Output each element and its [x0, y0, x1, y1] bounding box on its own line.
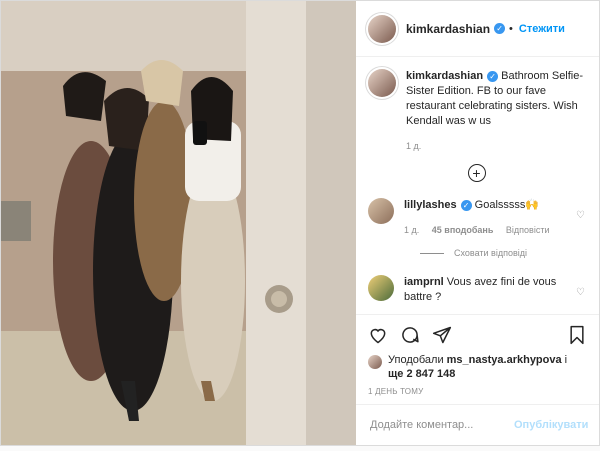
post-timestamp[interactable]: 1 ДЕНЬ ТОМУ [368, 387, 587, 396]
comment-icon[interactable] [400, 325, 420, 345]
verified-icon: ✓ [487, 70, 499, 82]
comments-list: kimkardashian ✓ Bathroom Selfie-Sister Ed… [356, 57, 599, 314]
heart-icon[interactable]: ♡ [576, 285, 585, 300]
comment-input[interactable] [368, 418, 514, 432]
separator-dot: • [509, 22, 513, 35]
likes-text: Уподобали ms_nastya.arkhypova і ще 2 847… [388, 353, 567, 381]
post-photo[interactable] [1, 1, 356, 445]
load-more: + [368, 164, 585, 182]
commenter-avatar[interactable] [368, 275, 394, 301]
reply-button[interactable]: Відповісти [506, 225, 550, 235]
follow-button[interactable]: Стежити [519, 23, 565, 35]
heart-icon[interactable] [368, 325, 388, 345]
heart-icon[interactable]: ♡ [576, 208, 585, 223]
divider [420, 253, 444, 254]
post-card: kimkardashian ✓ • Стежити kimkardashian ✓… [0, 0, 600, 446]
comment-username[interactable]: lillylashes [404, 199, 457, 211]
plus-icon[interactable]: + [467, 164, 486, 182]
comment-username[interactable]: iamprnl [404, 276, 444, 288]
hide-replies-label: Сховати відповіді [454, 248, 527, 258]
comment-item: iamprnl Vous avez fini de vous battre ? … [368, 275, 585, 305]
comment-body: lillylashes ✓ Goalsssss🙌 1 д. 45 вподобан… [404, 198, 570, 238]
comment-text: Goalsssss🙌 [474, 199, 540, 211]
photo-illustration [1, 1, 356, 445]
comment-time[interactable]: 1 д. [404, 225, 419, 235]
hide-replies[interactable]: Сховати відповіді [420, 246, 585, 261]
caption-avatar[interactable] [368, 69, 396, 97]
commenter-avatar[interactable] [368, 198, 394, 224]
caption-body: kimkardashian ✓ Bathroom Selfie-Sister Ed… [406, 69, 585, 154]
author-avatar[interactable] [368, 14, 396, 43]
likes-count[interactable]: ще 2 847 148 [388, 368, 455, 380]
likes-prefix: Уподобали [388, 354, 444, 366]
comment-body: iamprnl Vous avez fini de vous battre ? [404, 275, 570, 305]
add-comment-bar: Опублікувати [356, 404, 599, 445]
publish-button[interactable]: Опублікувати [514, 419, 588, 431]
likes-and: і [564, 354, 568, 366]
caption-username[interactable]: kimkardashian [406, 70, 483, 82]
comment-likes[interactable]: 45 вподобань [432, 225, 494, 235]
caption-time[interactable]: 1 д. [406, 141, 421, 151]
liker-avatar[interactable] [368, 355, 382, 369]
bookmark-icon[interactable] [567, 325, 587, 345]
action-bar: Уподобали ms_nastya.arkhypova і ще 2 847… [356, 314, 599, 396]
post-sidebar: kimkardashian ✓ • Стежити kimkardashian ✓… [356, 1, 599, 445]
action-icons [368, 323, 587, 347]
likes-summary: Уподобали ms_nastya.arkhypova і ще 2 847… [368, 353, 587, 381]
verified-icon: ✓ [460, 199, 472, 211]
caption-meta: 1 д. [406, 139, 585, 154]
comment-item: lillylashes ✓ Goalsssss🙌 1 д. 45 вподобан… [368, 198, 585, 238]
verified-icon: ✓ [494, 23, 506, 34]
post-header: kimkardashian ✓ • Стежити [356, 1, 599, 57]
author-username[interactable]: kimkardashian [406, 22, 490, 36]
comment-meta: 1 д. 45 вподобань Відповісти [404, 223, 570, 238]
share-icon[interactable] [432, 325, 452, 345]
liker-username[interactable]: ms_nastya.arkhypova [447, 354, 562, 366]
caption: kimkardashian ✓ Bathroom Selfie-Sister Ed… [368, 69, 585, 154]
